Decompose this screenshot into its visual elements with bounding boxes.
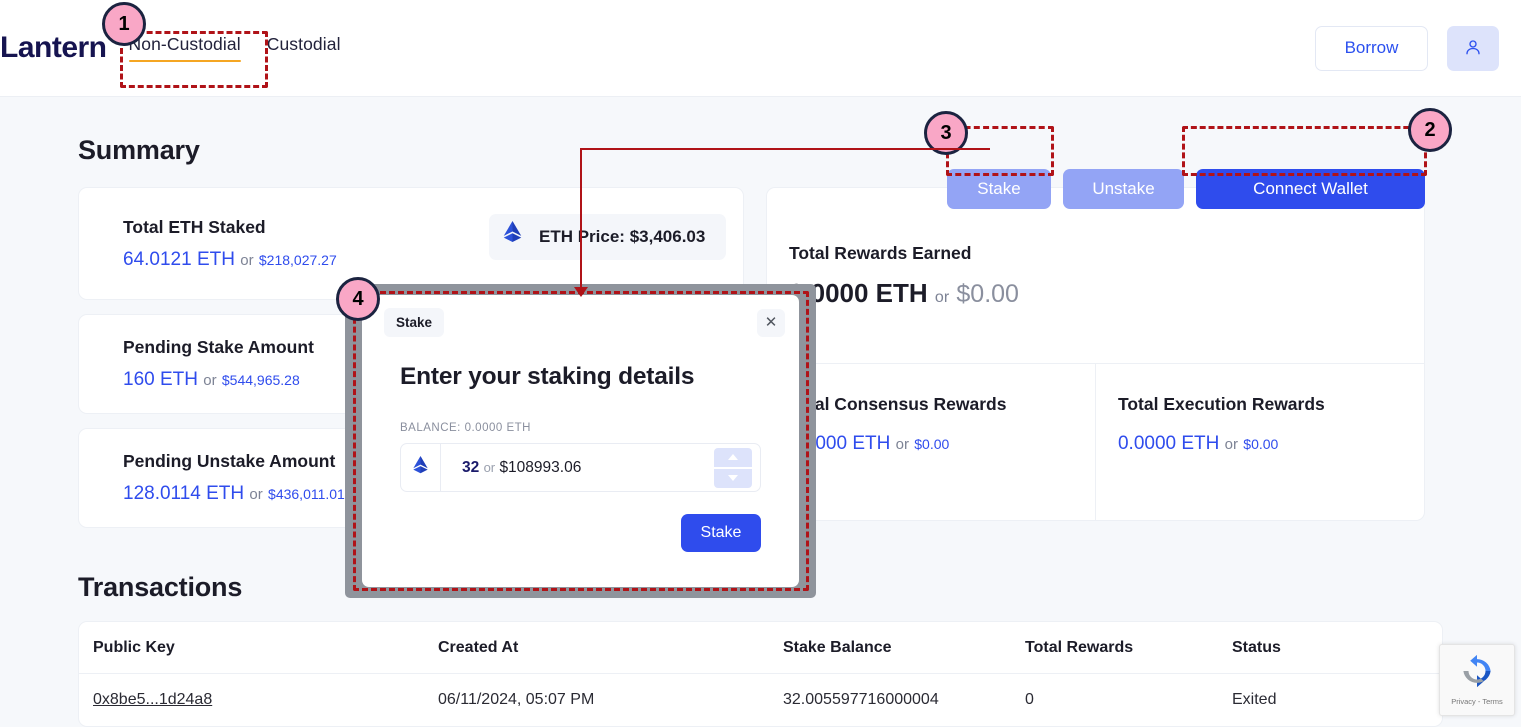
eth-price-label: ETH Price: $3,406.03 <box>539 227 706 246</box>
close-icon[interactable]: ✕ <box>757 308 785 337</box>
stake-modal-backdrop: Stake ✕ Enter your staking details BALAN… <box>345 284 816 598</box>
usd-amount: $0.00 <box>914 436 950 452</box>
eth-amount: 0.0000 ETH <box>1117 433 1220 454</box>
card-consensus-rewards: Total Consensus Rewards 0.0000 ETH or $0… <box>767 364 1095 520</box>
modal-header: Stake ✕ <box>362 295 799 337</box>
stake-amount-input-row[interactable]: 32 or $108993.06 <box>400 443 761 492</box>
stake-modal: Stake ✕ Enter your staking details BALAN… <box>362 295 799 587</box>
rewards-summary: Total Rewards Earned 0.0000 ETH or $0.00 <box>767 188 1424 363</box>
connect-wallet-button[interactable]: Connect Wallet <box>1196 169 1425 209</box>
recaptcha-text: Privacy - Terms <box>1451 697 1503 706</box>
usd-amount: $436,011.01 <box>268 486 345 502</box>
column-header-total-rewards: Total Rewards <box>1025 638 1134 656</box>
modal-balance-label: BALANCE: 0.0000 ETH <box>400 422 531 434</box>
app-header: Lantern Non-Custodial Custodial Borrow <box>0 0 1521 97</box>
usd-amount: $544,965.28 <box>221 372 300 388</box>
modal-footer: Stake <box>362 492 799 552</box>
page-title: Summary <box>78 135 200 165</box>
column-header-stake-balance: Stake Balance <box>783 638 892 656</box>
modal-stake-submit-button[interactable]: Stake <box>681 514 761 552</box>
table-row: 0x8be5...1d24a8 06/11/2024, 05:07 PM 32.… <box>79 674 1442 726</box>
or-text: or <box>483 459 496 475</box>
user-icon <box>1464 38 1482 59</box>
or-text: or <box>240 251 254 269</box>
header-actions: Borrow <box>1315 25 1521 71</box>
eth-amount: 64.0121 ETH <box>123 248 235 270</box>
column-header-status: Status <box>1232 638 1281 656</box>
card-pending-unstake-body: Pending Unstake Amount 128.0114 ETH or $… <box>101 432 367 524</box>
stake-amount-value: 32 <box>462 458 480 476</box>
cell-status: Exited <box>1232 691 1277 708</box>
recaptcha-icon <box>1460 654 1494 693</box>
app-logo: Lantern <box>0 31 107 64</box>
ethereum-icon <box>503 220 522 254</box>
card-value: 128.0114 ETH or $436,011.01 <box>123 483 345 505</box>
card-value: 0.0000 ETH or $0.00 <box>1118 433 1402 455</box>
usd-amount: $218,027.27 <box>258 251 337 268</box>
column-header-created-at: Created At <box>438 638 519 656</box>
cell-total-rewards: 0 <box>1025 691 1034 708</box>
annotation-arrowhead <box>574 287 588 297</box>
card-label: Pending Stake Amount <box>123 337 314 357</box>
card-total-rewards-earned: Total Rewards Earned 0.0000 ETH or $0.00… <box>765 187 1425 521</box>
card-value: 0.0000 ETH or $0.00 <box>789 433 1073 455</box>
card-label: Total ETH Staked <box>123 216 266 237</box>
account-button[interactable] <box>1447 25 1499 71</box>
borrow-button[interactable]: Borrow <box>1315 25 1428 71</box>
recaptcha-badge[interactable]: Privacy - Terms <box>1439 644 1515 716</box>
eth-amount: 128.0114 ETH <box>123 483 245 504</box>
card-label: Total Consensus Rewards <box>788 394 1007 414</box>
or-text: or <box>203 372 217 389</box>
nav-tabs: Non-Custodial Custodial <box>128 34 341 62</box>
stake-amount-stepper <box>714 447 760 488</box>
stepper-down-icon[interactable] <box>714 468 752 488</box>
cell-public-key: 0x8be5...1d24a8 <box>93 691 438 709</box>
card-total-eth-staked-body: Total ETH Staked 64.0121 ETH or $218,027… <box>101 198 359 290</box>
stepper-up-icon[interactable] <box>714 447 752 467</box>
eth-price-pill: ETH Price: $3,406.03 <box>489 214 727 260</box>
card-label: Total Execution Rewards <box>1117 394 1325 414</box>
ethereum-icon <box>401 444 441 491</box>
public-key-link[interactable]: 0x8be5...1d24a8 <box>93 691 212 708</box>
rewards-value: 0.0000 ETH or $0.00 <box>789 278 1424 309</box>
transactions-table: Public Key Created At Stake Balance Tota… <box>78 621 1443 727</box>
usd-amount: $0.00 <box>1243 436 1279 452</box>
cell-created-at: 06/11/2024, 05:07 PM <box>438 691 595 708</box>
rewards-breakdown: Total Consensus Rewards 0.0000 ETH or $0… <box>766 363 1424 520</box>
card-execution-rewards: Total Execution Rewards 0.0000 ETH or $0… <box>1094 364 1424 520</box>
card-label: Pending Unstake Amount <box>123 451 336 471</box>
or-text: or <box>934 289 950 306</box>
table-header-row: Public Key Created At Stake Balance Tota… <box>79 622 1442 674</box>
or-text: or <box>249 486 263 503</box>
eth-amount: 160 ETH <box>123 369 198 390</box>
summary-actions: Stake Unstake Connect Wallet <box>947 169 1425 209</box>
cell-stake-balance: 32.005597716000004 <box>783 691 939 708</box>
or-text: or <box>895 436 909 453</box>
card-pending-stake-body: Pending Stake Amount 160 ETH or $544,965… <box>101 318 336 410</box>
card-value: 160 ETH or $544,965.28 <box>123 369 314 391</box>
tab-non-custodial[interactable]: Non-Custodial <box>128 34 241 62</box>
unstake-button[interactable]: Unstake <box>1063 169 1184 209</box>
modal-chip-label: Stake <box>384 308 445 337</box>
card-value: 64.0121 ETH or $218,027.27 <box>123 249 337 271</box>
stake-amount-usd: $108993.06 <box>499 458 582 476</box>
stake-button[interactable]: Stake <box>947 169 1051 209</box>
summary-right-column: Total Rewards Earned 0.0000 ETH or $0.00… <box>765 187 1425 521</box>
modal-title: Enter your staking details <box>400 363 695 390</box>
usd-amount: $0.00 <box>956 280 1019 308</box>
stake-amount-display[interactable]: 32 or $108993.06 <box>441 459 714 477</box>
tab-custodial[interactable]: Custodial <box>267 34 341 62</box>
column-header-public-key: Public Key <box>93 638 175 656</box>
rewards-label: Total Rewards Earned <box>788 243 972 263</box>
or-text: or <box>1224 436 1238 453</box>
